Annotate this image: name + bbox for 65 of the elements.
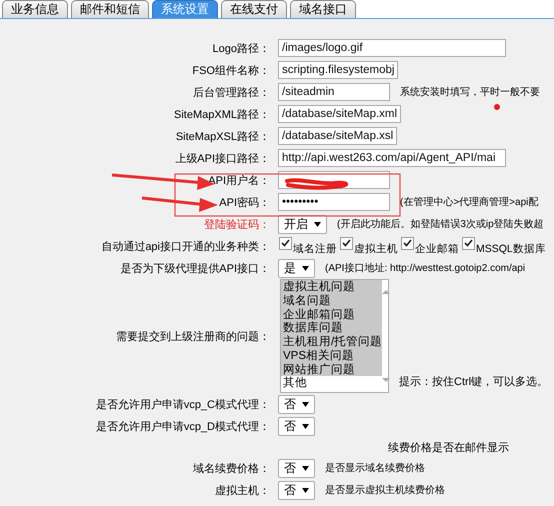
- checkbox[interactable]: [340, 236, 353, 250]
- checkbox-label: 企业邮箱: [415, 242, 459, 256]
- caret-icon: [302, 466, 309, 470]
- section-heading: 续费价格是否在邮件显示: [388, 440, 509, 454]
- input-field[interactable]: /siteadmin: [278, 83, 390, 101]
- list-option[interactable]: 数据库问题: [281, 321, 382, 335]
- caret-icon: [302, 488, 309, 492]
- dropdown[interactable]: 否: [278, 394, 315, 414]
- dropdown[interactable]: 开启: [278, 214, 327, 234]
- input-field[interactable]: scripting.filesystemobj: [278, 61, 398, 79]
- list-option[interactable]: 网站推广问题: [281, 362, 382, 376]
- dropdown[interactable]: 否: [278, 480, 315, 500]
- hint-text: 是否显示域名续费价格: [325, 462, 425, 475]
- list-option[interactable]: 其他: [281, 376, 382, 390]
- hint-text: 系统安装时填写，平时一般不要: [400, 86, 540, 99]
- field-label: 自动通过api接口开通的业务种类：: [101, 240, 270, 252]
- caret-icon: [302, 402, 309, 406]
- listbox[interactable]: 虚拟主机问题 域名问题 企业邮箱问题 数据库问题 主机租用/托管问题 VPS相关问题 网站推广问题 其他: [280, 279, 389, 393]
- checkbox[interactable]: [401, 236, 414, 250]
- tab[interactable]: 业务信息: [2, 0, 68, 18]
- redaction-scribble: [285, 178, 348, 190]
- tab[interactable]: 邮件和短信: [71, 0, 149, 18]
- hint-text: (API接口地址: http://westtest.gotoip2.com/api: [325, 262, 526, 275]
- input-field[interactable]: •••••••••: [278, 193, 390, 211]
- input-field[interactable]: /database/siteMap.xsl: [278, 127, 398, 145]
- field-label: 域名续费价格：: [193, 462, 270, 474]
- checkbox-label: MSSQL数据库: [476, 242, 546, 256]
- tab[interactable]: 在线支付: [221, 0, 287, 18]
- hint-text: (开启此功能后。如登陆错误3次或ip登陆失败超: [337, 218, 544, 231]
- caret-icon: [302, 266, 309, 270]
- input-field[interactable]: http://api.west263.com/api/Agent_API/mai: [278, 149, 506, 167]
- field-label: 后台管理路径：: [193, 86, 270, 98]
- checkbox-label: 域名注册: [293, 242, 337, 256]
- checkbox[interactable]: [279, 236, 292, 250]
- list-option[interactable]: 企业邮箱问题: [281, 308, 382, 322]
- input-field[interactable]: /images/logo.gif: [278, 39, 506, 57]
- checkbox[interactable]: [462, 236, 475, 250]
- field-label: SiteMapXSL路径：: [176, 130, 270, 142]
- annotation-dot: [494, 104, 500, 110]
- field-label: 上级API接口路径：: [175, 152, 270, 164]
- list-option[interactable]: 主机租用/托管问题: [281, 335, 382, 349]
- dropdown[interactable]: 是: [278, 258, 315, 278]
- field-label: Logo路径：: [212, 42, 270, 54]
- field-label: 是否允许用户申请vcp_C模式代理：: [96, 398, 270, 410]
- list-option[interactable]: 域名问题: [281, 294, 382, 308]
- field-label: 登陆验证码：: [204, 218, 270, 230]
- list-option[interactable]: 虚拟主机问题: [281, 280, 382, 294]
- hint-text: 是否显示虚拟主机续费价格: [325, 484, 445, 497]
- field-label: 虚拟主机：: [215, 484, 270, 496]
- caret-icon: [302, 424, 309, 428]
- input-field[interactable]: /database/siteMap.xml: [278, 105, 402, 123]
- field-label: SiteMapXML路径：: [174, 108, 270, 120]
- hint-text: 提示：按住Ctrl键，可以多选。: [399, 375, 548, 389]
- hint-text: (在管理中心>代理商管理>api配: [400, 196, 538, 209]
- field-label: FSO组件名称：: [192, 64, 270, 76]
- tab[interactable]: 域名接口: [290, 0, 356, 18]
- field-label: API密码：: [219, 196, 270, 208]
- caret-icon: [314, 222, 321, 226]
- dropdown[interactable]: 否: [278, 458, 315, 478]
- field-label: 需要提交到上级注册商的问题：: [116, 330, 270, 342]
- dropdown[interactable]: 否: [278, 416, 315, 436]
- field-label: 是否为下级代理提供API接口：: [120, 262, 270, 274]
- checkbox-label: 虚拟主机: [354, 242, 398, 256]
- field-label: 是否允许用户申请vcp_D模式代理：: [96, 420, 270, 432]
- list-option[interactable]: VPS相关问题: [281, 348, 382, 362]
